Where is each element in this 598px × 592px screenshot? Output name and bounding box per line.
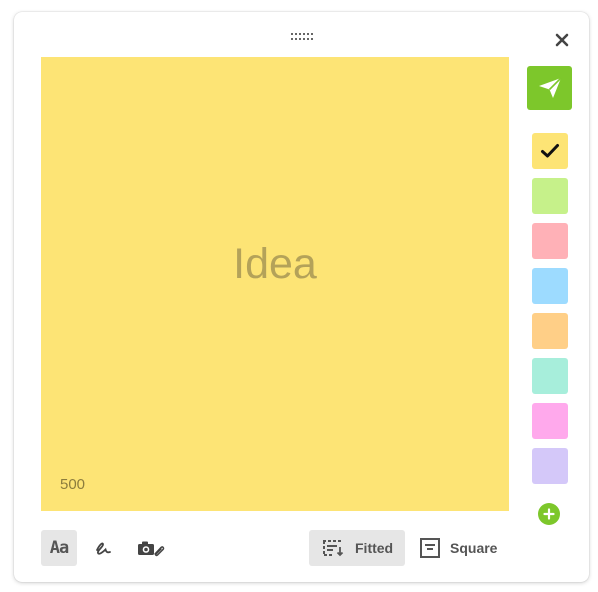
color-swatch-orange[interactable] xyxy=(532,313,568,349)
add-color-button[interactable] xyxy=(538,503,560,525)
fitted-size-button[interactable]: Fitted xyxy=(309,530,405,566)
color-swatch-red[interactable] xyxy=(532,223,568,259)
character-counter: 500 xyxy=(60,476,86,493)
checkmark-icon xyxy=(541,144,559,158)
text-tool-label: Aa xyxy=(49,538,70,558)
sticky-note-dialog: Idea 500 Aa Fitted Square xyxy=(14,12,589,582)
color-swatch-violet[interactable] xyxy=(532,448,568,484)
note-canvas[interactable]: Idea 500 xyxy=(41,57,509,511)
square-size-button[interactable]: Square xyxy=(411,530,507,566)
color-swatch-blue[interactable] xyxy=(532,268,568,304)
square-size-label: Square xyxy=(450,540,498,556)
fitted-size-label: Fitted xyxy=(355,540,394,556)
square-size-icon xyxy=(420,538,440,558)
media-tool-button[interactable] xyxy=(135,530,167,566)
color-swatch-yellow[interactable] xyxy=(532,133,568,169)
color-swatch-teal[interactable] xyxy=(532,358,568,394)
camera-attachment-icon xyxy=(138,541,165,557)
text-tool-button[interactable]: Aa xyxy=(41,530,77,566)
paper-plane-icon xyxy=(538,77,562,98)
post-note-button[interactable] xyxy=(527,66,572,110)
color-swatch-green[interactable] xyxy=(532,178,568,214)
note-text-placeholder[interactable]: Idea xyxy=(41,240,509,289)
draw-tool-button[interactable] xyxy=(90,530,116,566)
close-button[interactable] xyxy=(552,30,572,50)
close-icon xyxy=(555,33,569,47)
fitted-size-icon xyxy=(323,540,344,557)
pen-scribble-icon xyxy=(96,542,111,555)
plus-icon xyxy=(543,508,555,520)
color-swatch-pink[interactable] xyxy=(532,403,568,439)
drag-handle-icon[interactable] xyxy=(291,29,313,40)
